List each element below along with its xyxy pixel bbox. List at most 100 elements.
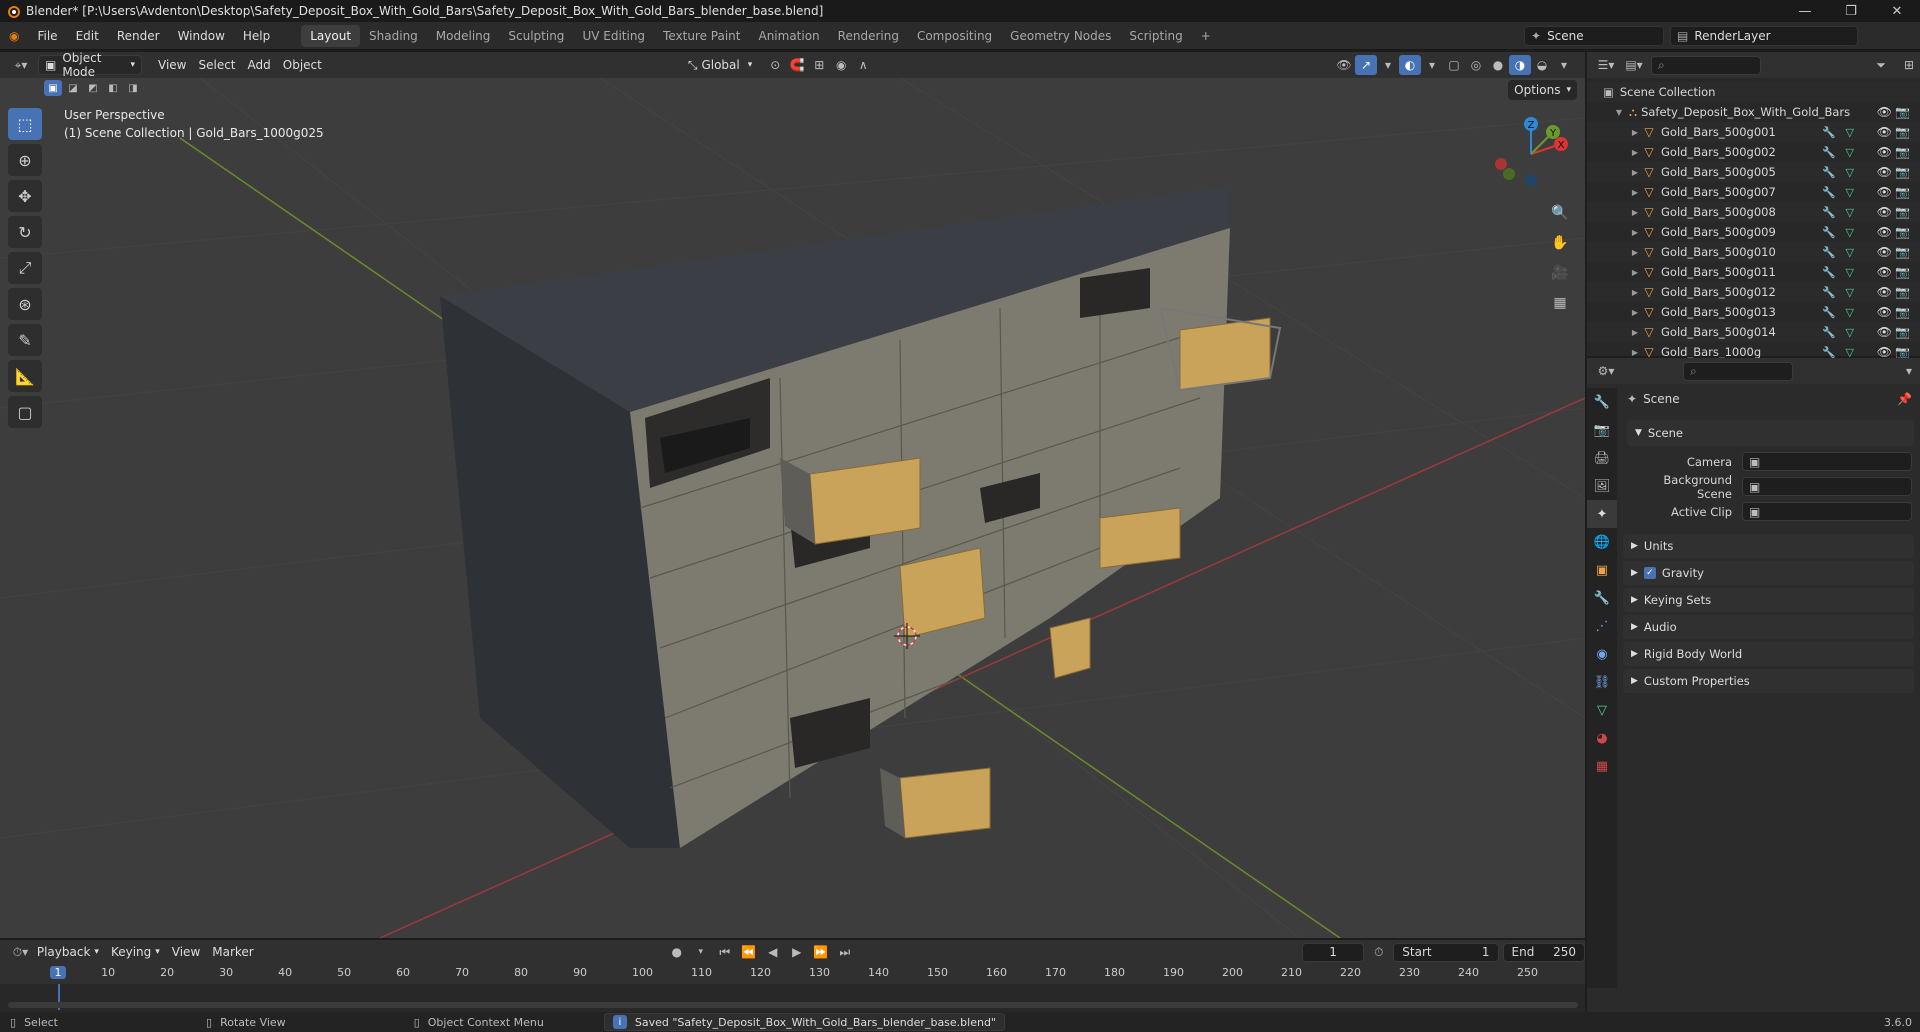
camera-render-icon[interactable]: 📷: [1895, 205, 1910, 219]
menu-render[interactable]: Render: [108, 22, 169, 50]
overlay-options-icon[interactable]: ▾: [1421, 55, 1443, 75]
tab-sculpting[interactable]: Sculpting: [499, 25, 573, 47]
mesh-data-icon[interactable]: ▽: [1846, 206, 1854, 219]
expand-icon[interactable]: ▶: [1629, 268, 1641, 277]
cursor-tool-icon[interactable]: ⊕: [8, 144, 42, 176]
checkbox-checked-icon[interactable]: ✓: [1643, 567, 1656, 579]
expand-icon[interactable]: ▶: [1629, 348, 1641, 357]
add-workspace-icon[interactable]: +: [1192, 25, 1220, 47]
navigation-gizmo[interactable]: X Z Y: [1491, 114, 1571, 194]
menu-file[interactable]: File: [28, 22, 66, 50]
camera-render-icon[interactable]: 📷: [1895, 105, 1910, 119]
prev-keyframe-icon[interactable]: ⏪: [738, 942, 760, 962]
tab-animation[interactable]: Animation: [749, 25, 828, 47]
play-icon[interactable]: ▶: [786, 942, 808, 962]
data-tab-icon[interactable]: ▽: [1587, 696, 1617, 724]
expand-icon[interactable]: ▶: [1629, 168, 1641, 177]
outliner-item[interactable]: ▶ ▽ Gold_Bars_500g013 🔧 ▽ 👁 📷: [1587, 302, 1920, 322]
menu-window[interactable]: Window: [169, 22, 234, 50]
shading-options-icon[interactable]: ▾: [1553, 55, 1575, 75]
camera-render-icon[interactable]: 📷: [1895, 325, 1910, 339]
property-panel-header[interactable]: ▶ ✓ Gravity: [1623, 561, 1914, 585]
orientation-selector[interactable]: ⤡ Global ▾: [682, 55, 758, 75]
timeline-editor-icon[interactable]: ⏱▾: [10, 942, 31, 962]
display-mode-icon[interactable]: ▤▾: [1623, 55, 1645, 75]
menu-select[interactable]: Select: [192, 55, 241, 75]
zoom-icon[interactable]: 🔍: [1547, 200, 1573, 226]
eye-icon[interactable]: 👁: [1877, 225, 1892, 239]
mesh-data-icon[interactable]: ▽: [1846, 186, 1854, 199]
frame-ruler[interactable]: 1 10 20 30 40 50 60 70 80 90 100 110 120 130 140 150 160…: [0, 964, 1585, 984]
pin-icon[interactable]: 📌: [1897, 392, 1912, 406]
scene-collection-row[interactable]: ▣ Scene Collection: [1587, 82, 1920, 102]
outliner-item[interactable]: ▶ ▽ Gold_Bars_500g011 🔧 ▽ 👁 📷: [1587, 262, 1920, 282]
modifier-icon[interactable]: 🔧: [1822, 186, 1836, 199]
play-reverse-icon[interactable]: ◀: [762, 942, 784, 962]
select-intersect-icon[interactable]: ◨: [124, 80, 142, 96]
property-panel-header[interactable]: ▶ Rigid Body World: [1623, 642, 1914, 666]
select-box-tool-icon[interactable]: ⬚: [8, 108, 42, 140]
menu-playback[interactable]: Playback ▾: [31, 942, 105, 962]
measure-tool-icon[interactable]: 📐: [8, 360, 42, 392]
eye-icon[interactable]: 👁: [1877, 305, 1892, 319]
pan-hand-icon[interactable]: ✋: [1547, 230, 1573, 256]
pivot-icon[interactable]: ⊙: [764, 55, 786, 75]
camera-view-icon[interactable]: 🎥: [1547, 260, 1573, 286]
outliner-item[interactable]: ▶ ▽ Gold_Bars_500g007 🔧 ▽ 👁 📷: [1587, 182, 1920, 202]
eye-icon[interactable]: 👁: [1877, 285, 1892, 299]
camera-render-icon[interactable]: 📷: [1895, 345, 1910, 359]
next-keyframe-icon[interactable]: ⏩: [810, 942, 832, 962]
snap-target-icon[interactable]: ⊞: [808, 55, 830, 75]
eye-icon[interactable]: 👁: [1877, 265, 1892, 279]
outliner-item[interactable]: ▶ ▽ Gold_Bars_500g005 🔧 ▽ 👁 📷: [1587, 162, 1920, 182]
xray-icon[interactable]: ▢: [1443, 55, 1465, 75]
move-tool-icon[interactable]: ✥: [8, 180, 42, 212]
outliner-item[interactable]: ▶ ▽ Gold_Bars_500g008 🔧 ▽ 👁 📷: [1587, 202, 1920, 222]
mesh-data-icon[interactable]: ▽: [1846, 306, 1854, 319]
mesh-data-icon[interactable]: ▽: [1846, 246, 1854, 259]
select-subtract-icon[interactable]: ◩: [84, 80, 102, 96]
tab-geometry-nodes[interactable]: Geometry Nodes: [1001, 25, 1120, 47]
outliner-item[interactable]: ▶ ▽ Gold_Bars_500g001 🔧 ▽ 👁 📷: [1587, 122, 1920, 142]
outliner-item[interactable]: ▶ ▽ Gold_Bars_500g002 🔧 ▽ 👁 📷: [1587, 142, 1920, 162]
transform-tool-icon[interactable]: ⊛: [8, 288, 42, 320]
jump-end-icon[interactable]: ⏭: [834, 942, 856, 962]
falloff-icon[interactable]: ∧: [852, 55, 874, 75]
property-panel-header[interactable]: ▶ Units: [1623, 534, 1914, 558]
add-cube-tool-icon[interactable]: ▢: [8, 396, 42, 428]
property-field[interactable]: ▣: [1742, 502, 1912, 521]
eye-icon[interactable]: 👁: [1877, 165, 1892, 179]
start-frame-field[interactable]: Start 1: [1393, 942, 1499, 962]
camera-render-icon[interactable]: 📷: [1895, 145, 1910, 159]
camera-render-icon[interactable]: 📷: [1895, 165, 1910, 179]
eye-icon[interactable]: 👁: [1877, 185, 1892, 199]
modifier-icon[interactable]: 🔧: [1822, 286, 1836, 299]
modifier-icon[interactable]: 🔧: [1822, 126, 1836, 139]
mesh-data-icon[interactable]: ▽: [1846, 266, 1854, 279]
property-field[interactable]: ▣: [1742, 452, 1912, 471]
safety-deposit-box-model[interactable]: [440, 186, 1282, 848]
mesh-data-icon[interactable]: ▽: [1846, 226, 1854, 239]
collection-row[interactable]: ▼ ⛬ Safety_Deposit_Box_With_Gold_Bars 👁 📷: [1587, 102, 1920, 122]
snap-icon[interactable]: 🧲: [786, 55, 808, 75]
camera-render-icon[interactable]: 📷: [1895, 245, 1910, 259]
modifier-icon[interactable]: 🔧: [1822, 266, 1836, 279]
menu-object[interactable]: Object: [277, 55, 328, 75]
modifier-icon[interactable]: 🔧: [1822, 226, 1836, 239]
eye-icon[interactable]: 👁: [1877, 105, 1892, 119]
close-icon[interactable]: ✕: [1874, 0, 1920, 22]
eye-icon[interactable]: 👁: [1877, 125, 1892, 139]
mesh-data-icon[interactable]: ▽: [1846, 326, 1854, 339]
texture-tab-icon[interactable]: ▦: [1587, 752, 1617, 780]
chevron-down-icon[interactable]: ▾: [1898, 361, 1920, 381]
material-tab-icon[interactable]: ◕: [1587, 724, 1617, 752]
perspective-toggle-icon[interactable]: ▦: [1547, 290, 1573, 316]
modifier-icon[interactable]: 🔧: [1822, 246, 1836, 259]
new-collection-icon[interactable]: ⊞: [1898, 55, 1920, 75]
mesh-data-icon[interactable]: ▽: [1846, 126, 1854, 139]
outliner-editor-icon[interactable]: ☰▾: [1595, 55, 1617, 75]
gizmo-toggle-icon[interactable]: ↗: [1355, 55, 1377, 75]
tool-tab-icon[interactable]: 🔧: [1587, 388, 1617, 416]
blender-menu-icon[interactable]: ◉: [0, 22, 28, 50]
eye-icon[interactable]: 👁: [1877, 145, 1892, 159]
